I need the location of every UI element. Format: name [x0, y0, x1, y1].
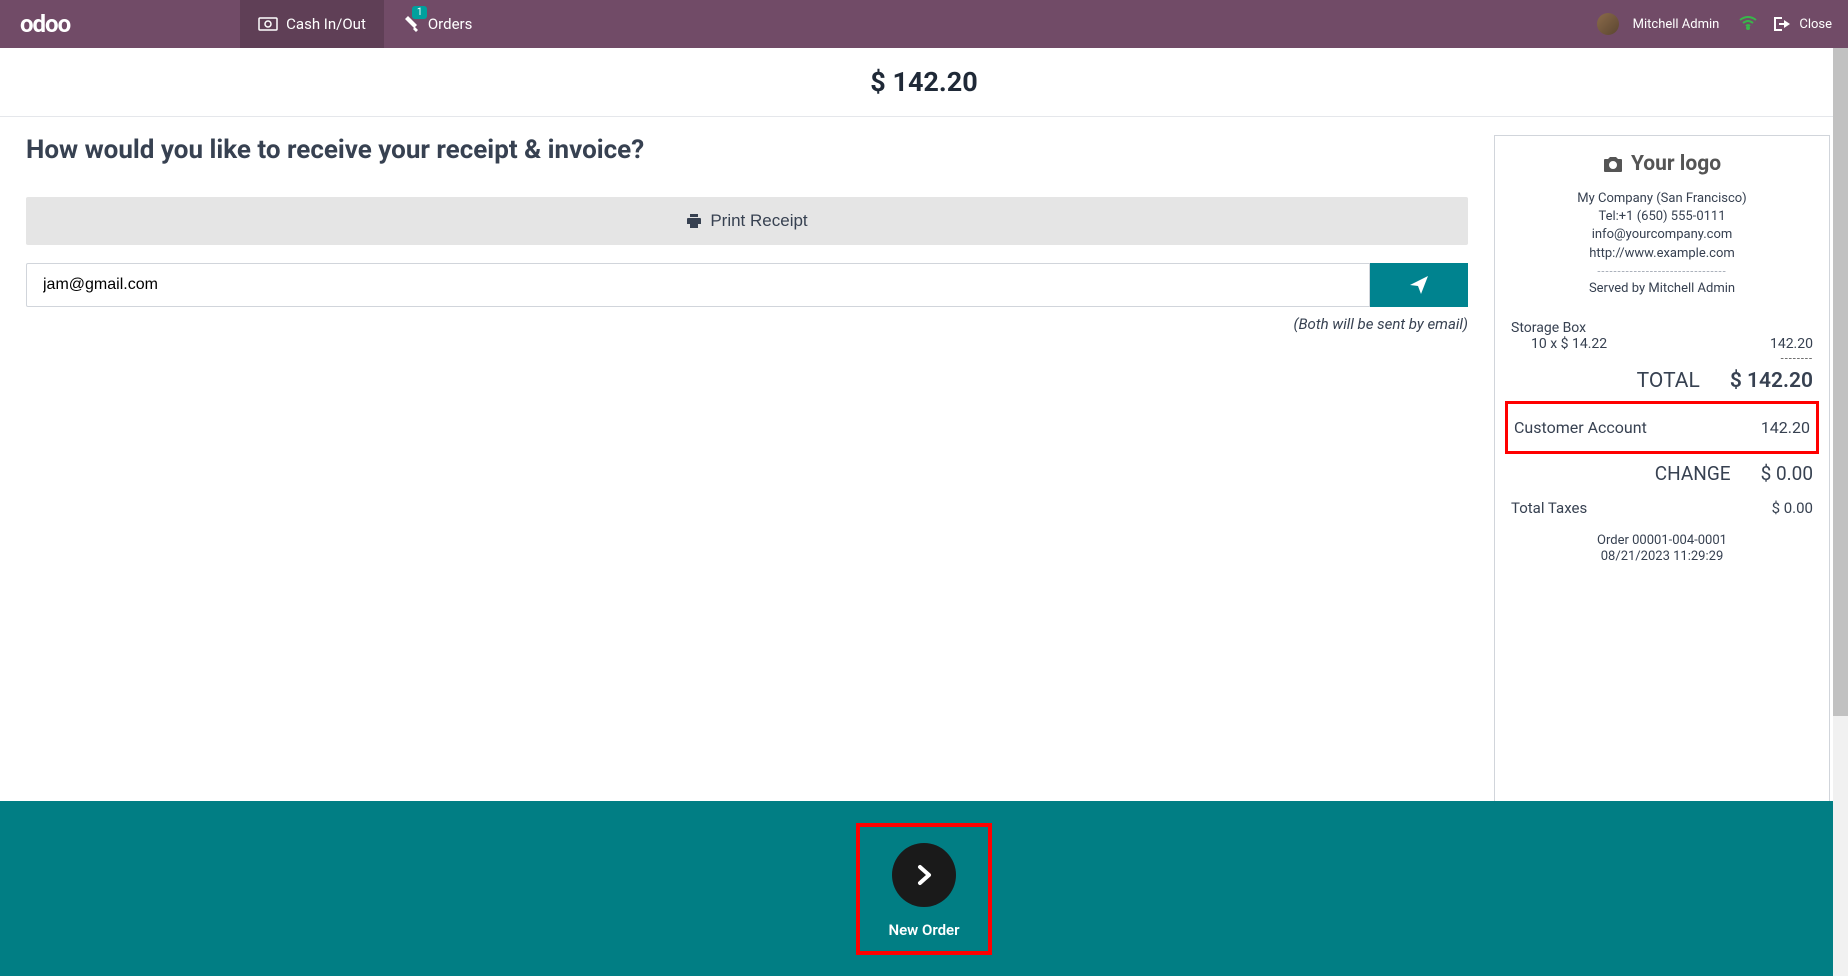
customer-account-highlight: Customer Account 142.20 — [1505, 401, 1819, 454]
receipt-served-by: Served by Mitchell Admin — [1511, 280, 1813, 298]
receipt-preview: Your logo My Company (San Francisco) Tel… — [1494, 135, 1830, 802]
receipt-question: How would you like to receive your recei… — [26, 135, 1468, 165]
new-order-button[interactable] — [892, 843, 956, 907]
orders-badge: 1 — [412, 6, 428, 19]
receipt-item-qty: 10 x $ 14.22 — [1531, 336, 1607, 352]
receipt-email: info@yourcompany.com — [1511, 226, 1813, 244]
receipt-item-name: Storage Box — [1511, 320, 1813, 336]
taxes-value: $ 0.00 — [1772, 499, 1813, 517]
top-header: odoo Cash In/Out 1 Orders Mitchell Admin… — [0, 0, 1848, 48]
chevron-right-icon — [913, 864, 935, 886]
payment-method: Customer Account — [1514, 418, 1647, 437]
email-note: (Both will be sent by email) — [26, 315, 1468, 333]
avatar — [1597, 13, 1619, 35]
receipt-logo-placeholder: Your logo — [1511, 152, 1813, 176]
user-menu[interactable]: Mitchell Admin — [1589, 0, 1728, 48]
change-value: $ 0.00 — [1761, 462, 1813, 485]
print-icon — [686, 213, 702, 229]
scrollbar[interactable] — [1833, 48, 1848, 976]
order-date: 08/21/2023 11:29:29 — [1511, 548, 1813, 566]
print-receipt-button[interactable]: Print Receipt — [26, 197, 1468, 245]
close-button[interactable]: Close — [1769, 0, 1848, 48]
order-number: Order 00001-004-0001 — [1511, 533, 1813, 548]
orders-label: Orders — [428, 15, 473, 33]
footer-bar: New Order — [0, 801, 1848, 976]
signout-icon — [1773, 16, 1791, 32]
receipt-tel: Tel:+1 (650) 555-0111 — [1511, 208, 1813, 226]
total-amount: $ 142.20 — [0, 48, 1848, 117]
receipt-item-amount: 142.20 — [1770, 336, 1813, 352]
send-email-button[interactable] — [1370, 263, 1468, 307]
receipt-total-value: $ 142.20 — [1730, 369, 1813, 393]
odoo-logo[interactable]: odoo — [0, 10, 90, 38]
receipt-website: http://www.example.com — [1511, 245, 1813, 263]
receipt-total-label: TOTAL — [1511, 369, 1730, 393]
cash-in-out-button[interactable]: Cash In/Out — [240, 0, 384, 48]
receipt-company: My Company (San Francisco) — [1511, 190, 1813, 208]
scrollbar-thumb[interactable] — [1833, 48, 1848, 716]
taxes-label: Total Taxes — [1511, 499, 1587, 517]
receipt-divider: -------------------------------- — [1511, 265, 1813, 278]
user-name: Mitchell Admin — [1633, 17, 1720, 32]
close-label: Close — [1799, 17, 1832, 32]
cash-in-out-label: Cash In/Out — [286, 15, 366, 33]
receipt-item-divider: -------- — [1511, 352, 1813, 365]
cash-icon — [258, 17, 278, 31]
change-label: CHANGE — [1511, 462, 1761, 485]
send-icon — [1409, 275, 1429, 295]
print-label: Print Receipt — [710, 211, 807, 231]
email-input[interactable] — [26, 263, 1370, 307]
payment-amount: 142.20 — [1761, 418, 1810, 437]
orders-button[interactable]: 1 Orders — [384, 0, 491, 48]
new-order-highlight: New Order — [856, 823, 991, 955]
camera-icon — [1603, 155, 1623, 173]
wifi-icon — [1739, 15, 1757, 34]
new-order-label: New Order — [888, 921, 959, 939]
